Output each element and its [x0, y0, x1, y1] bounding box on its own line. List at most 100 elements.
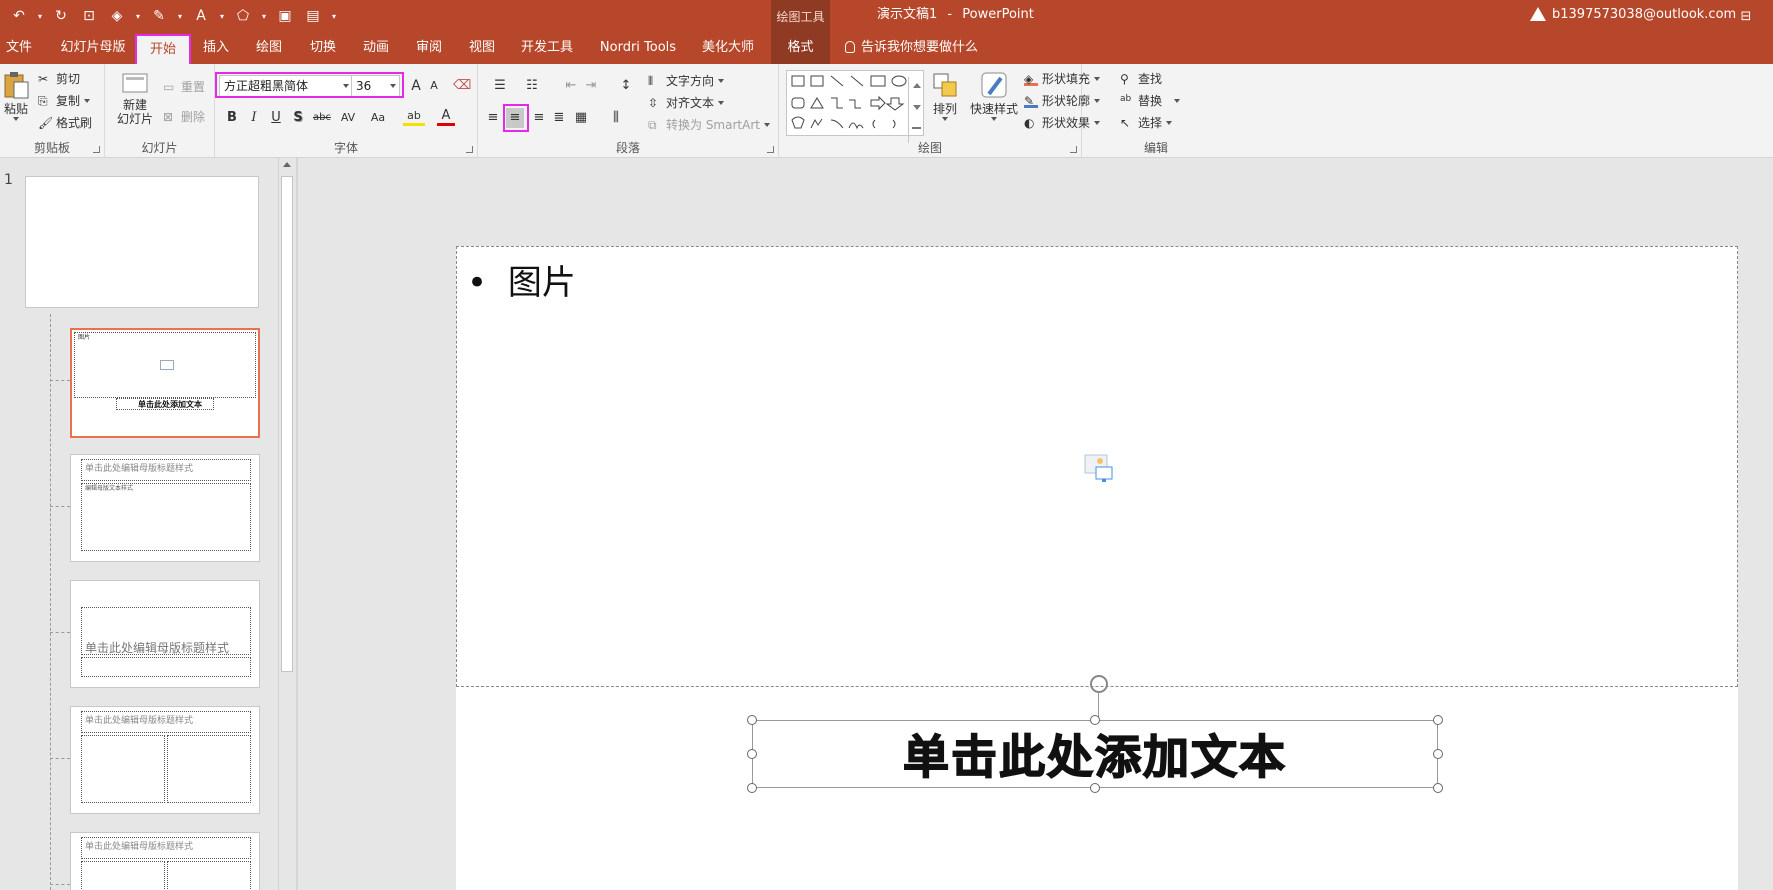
gallery-down-icon[interactable]	[913, 105, 921, 110]
thumb-master[interactable]	[25, 176, 259, 308]
decrease-indent-button[interactable]: ⇤	[562, 76, 580, 96]
clear-formatting-icon[interactable]: ⌫	[453, 76, 471, 96]
drawing-launcher-icon[interactable]	[1070, 146, 1077, 153]
copy-button[interactable]: ⎘ 复制	[38, 92, 91, 109]
select-dropdown-icon[interactable]	[1166, 120, 1173, 125]
grow-font-button[interactable]: A	[407, 76, 425, 96]
text-shadow-button[interactable]: S	[289, 108, 307, 128]
strikethrough-button[interactable]: abc	[311, 108, 333, 128]
tab-view[interactable]: 视图	[465, 32, 499, 64]
tab-home[interactable]: 开始	[135, 34, 191, 66]
selected-text-box[interactable]: 单击此处添加文本	[752, 720, 1438, 788]
redo-icon[interactable]: ↻	[48, 4, 74, 28]
resize-handle-bottom[interactable]	[1090, 783, 1100, 793]
resize-handle-bottom-left[interactable]	[747, 783, 757, 793]
shapes-qat-dropdown[interactable]: ▾	[258, 4, 270, 28]
thumbnails-scroll-thumb[interactable]	[281, 176, 293, 672]
shape-fill-qat-dropdown[interactable]: ▾	[132, 4, 144, 28]
quick-styles-dropdown-icon[interactable]	[991, 117, 997, 121]
copy-dropdown-icon[interactable]	[84, 98, 91, 103]
line-spacing-button[interactable]: ↕	[612, 76, 640, 96]
bold-button[interactable]: B	[223, 108, 241, 128]
resize-handle-top-left[interactable]	[747, 715, 757, 725]
paragraph-launcher-icon[interactable]	[767, 146, 774, 153]
shapes-gallery[interactable]	[786, 70, 924, 143]
slide-canvas[interactable]: • 图片 单击此处添加文本	[456, 246, 1738, 890]
resize-handle-left[interactable]	[747, 749, 757, 759]
font-color-qat-icon[interactable]: A	[188, 4, 214, 28]
resize-handle-bottom-right[interactable]	[1433, 783, 1443, 793]
find-button[interactable]: ⚲ 查找	[1120, 70, 1162, 87]
cut-button[interactable]: ✂ 剪切	[38, 70, 80, 87]
thumb-section-header-layout[interactable]: 单击此处编辑母版标题样式	[70, 580, 260, 688]
align-left-button[interactable]: ≡	[484, 108, 502, 128]
open-icon[interactable]: ▤	[300, 4, 326, 28]
undo-icon[interactable]: ↶	[6, 4, 32, 28]
distributed-button[interactable]: ▦	[572, 108, 590, 128]
picture-placeholder-title[interactable]: • 图片	[467, 255, 576, 304]
new-slide-button[interactable]: 新建 幻灯片	[113, 68, 157, 126]
thumb-comparison-layout[interactable]: 单击此处编辑母版标题样式	[70, 832, 260, 890]
align-text-dropdown-icon[interactable]	[718, 100, 725, 105]
thumbnails-scrollbar[interactable]	[278, 158, 294, 890]
undo-dropdown[interactable]: ▾	[34, 4, 46, 28]
shape-outline-qat-icon[interactable]: ✎	[146, 4, 172, 28]
account-name[interactable]: b1397573038@outlook.com	[1552, 0, 1736, 32]
reset-button[interactable]: ▭ 重置	[163, 78, 205, 95]
tell-me-box[interactable]: 告诉我你想要做什么	[845, 32, 978, 64]
tab-format[interactable]: 格式	[771, 32, 830, 64]
justify-button[interactable]: ≣	[550, 108, 568, 128]
replace-button[interactable]: ab 替换	[1120, 92, 1181, 109]
change-case-button[interactable]: Aa	[367, 108, 389, 128]
text-box-content[interactable]: 单击此处添加文本	[902, 721, 1287, 787]
delete-slide-button[interactable]: ⊠ 删除	[163, 108, 205, 125]
shapes-qat-icon[interactable]: ⬠	[230, 4, 256, 28]
bullets-button[interactable]: ☰	[486, 76, 514, 96]
text-direction-button[interactable]: ⫴ 文字方向	[648, 72, 725, 89]
thumb-title-content-layout[interactable]: 单击此处编辑母版标题样式 编辑母版文本样式	[70, 454, 260, 562]
resize-handle-top[interactable]	[1090, 715, 1100, 725]
insert-picture-icon[interactable]	[1084, 453, 1114, 483]
quick-styles-button[interactable]: 快速样式	[969, 70, 1019, 121]
resize-handle-right[interactable]	[1433, 749, 1443, 759]
paste-dropdown-icon[interactable]	[13, 117, 19, 121]
select-button[interactable]: ↖ 选择	[1120, 114, 1173, 131]
ribbon-display-options-icon[interactable]: ⊟	[1736, 6, 1756, 26]
character-spacing-button[interactable]: AV	[337, 108, 359, 128]
highlight-color-button[interactable]: ab	[403, 106, 425, 126]
underline-button[interactable]: U	[267, 108, 285, 128]
format-painter-button[interactable]: 🖌 格式刷	[38, 114, 92, 131]
gallery-up-icon[interactable]	[913, 83, 921, 88]
replace-dropdown-icon[interactable]	[1174, 98, 1181, 103]
thumb-picture-layout[interactable]: 图片 单击此处添加文本	[70, 328, 260, 438]
picture-placeholder[interactable]: • 图片	[456, 246, 1738, 687]
font-color-button[interactable]: A	[437, 106, 455, 126]
shape-fill-qat-icon[interactable]: ◈	[104, 4, 130, 28]
rotate-handle-icon[interactable]	[1090, 675, 1108, 693]
align-right-button[interactable]: ≡	[530, 108, 548, 128]
resize-handle-top-right[interactable]	[1433, 715, 1443, 725]
text-direction-dropdown-icon[interactable]	[718, 78, 725, 83]
start-from-beginning-icon[interactable]: ⊡	[76, 4, 102, 28]
tab-transitions[interactable]: 切换	[305, 32, 341, 64]
tab-nordri-tools[interactable]: Nordri Tools	[596, 32, 680, 64]
customize-qat-icon[interactable]: ▾	[328, 4, 340, 28]
tab-review[interactable]: 审阅	[412, 32, 446, 64]
clipboard-launcher-icon[interactable]	[93, 146, 100, 153]
tab-draw[interactable]: 绘图	[252, 32, 286, 64]
warning-icon[interactable]	[1530, 7, 1546, 21]
thumb-two-content-layout[interactable]: 单击此处编辑母版标题样式	[70, 706, 260, 814]
tab-file[interactable]: 文件	[0, 32, 38, 64]
italic-button[interactable]: I	[245, 108, 263, 128]
shapes-gallery-scroll[interactable]	[908, 77, 924, 143]
arrange-button[interactable]: 排列	[929, 70, 961, 121]
font-color-qat-dropdown[interactable]: ▾	[216, 4, 228, 28]
tab-developer[interactable]: 开发工具	[516, 32, 578, 64]
save-icon[interactable]: ▣	[272, 4, 298, 28]
shape-outline-qat-dropdown[interactable]: ▾	[174, 4, 186, 28]
shrink-font-button[interactable]: A	[425, 76, 443, 96]
scroll-up-icon[interactable]	[283, 162, 291, 167]
paste-button[interactable]: 粘贴	[2, 70, 30, 121]
align-text-button[interactable]: ⇳ 对齐文本	[648, 94, 725, 111]
gallery-more-icon[interactable]	[912, 127, 921, 129]
